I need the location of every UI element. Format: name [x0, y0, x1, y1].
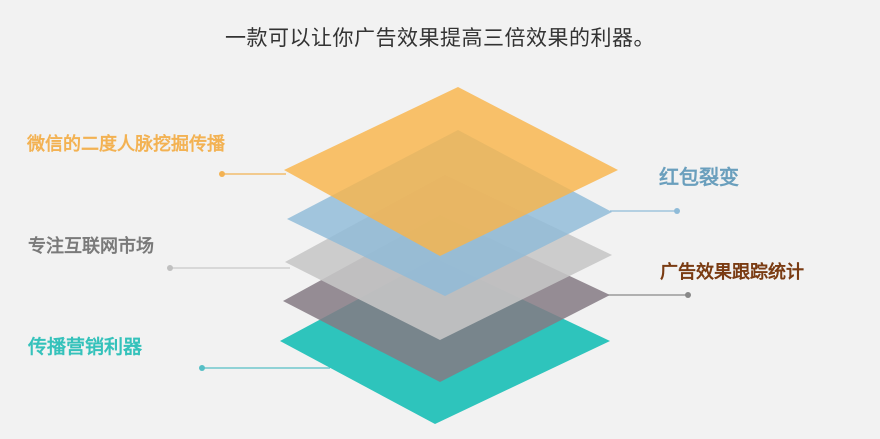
- connector-wechat: [219, 171, 286, 177]
- label-internet-market: 专注互联网市场: [28, 236, 154, 257]
- connector-redpacket: [610, 208, 680, 214]
- layer-stack-diagram: [167, 87, 691, 424]
- label-marketing-tool: 传播营销利器: [28, 336, 143, 358]
- connector-tracking: [608, 292, 691, 298]
- label-wechat-spread: 微信的二度人脉挖掘传播: [27, 134, 225, 155]
- connector-internet: [167, 265, 290, 271]
- page-title: 一款可以让你广告效果提高三倍效果的利器。: [225, 26, 655, 50]
- label-red-packet: 红包裂变: [659, 165, 739, 189]
- label-ad-tracking: 广告效果跟踪统计: [660, 262, 804, 283]
- connector-marketing: [199, 365, 330, 371]
